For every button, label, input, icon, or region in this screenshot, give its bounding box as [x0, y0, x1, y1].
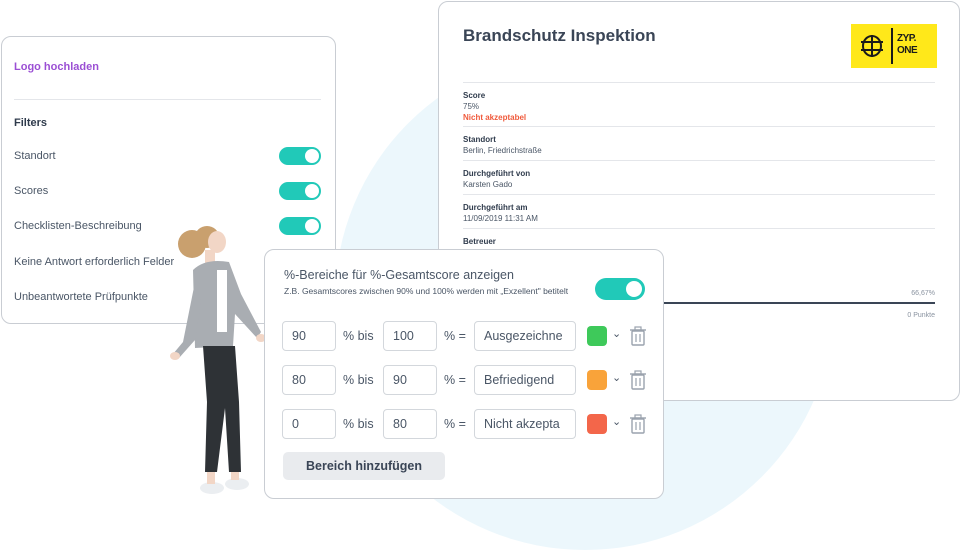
score-ranges-dialog: %-Bereiche für %-Gesamtscore anzeigen Z.…: [264, 249, 664, 499]
performed-on-label: Durchgeführt am: [463, 203, 528, 212]
supervisor-field: Betreuer: [463, 236, 935, 247]
beschreibung-toggle[interactable]: [279, 217, 321, 235]
performed-on-value: 11/09/2019 11:31 AM: [463, 214, 538, 223]
range-bis-label: % bis: [343, 373, 374, 387]
filter-label: Checklisten-Beschreibung: [14, 220, 142, 232]
filter-row-standort: Standort: [14, 145, 321, 167]
divider: [463, 82, 935, 83]
color-swatch[interactable]: [587, 414, 607, 434]
show-ranges-toggle[interactable]: [595, 278, 645, 300]
range-eq-label: % =: [444, 373, 466, 387]
range-label-input[interactable]: Nicht akzepta: [474, 409, 576, 439]
range-to-input[interactable]: 80: [383, 409, 437, 439]
divider: [463, 160, 935, 161]
supervisor-label: Betreuer: [463, 237, 496, 246]
filter-row-scores: Scores: [14, 180, 321, 202]
performed-on-field: Durchgeführt am 11/09/2019 11:31 AM: [463, 202, 935, 224]
filter-label: Unbeantwortete Prüfpunkte: [14, 291, 148, 303]
range-eq-label: % =: [444, 417, 466, 431]
logo-divider: [891, 28, 893, 64]
dialog-subtitle: Z.B. Gesamtscores zwischen 90% und 100% …: [284, 286, 569, 296]
toggle-knob: [305, 184, 319, 198]
divider: [463, 194, 935, 195]
chevron-down-icon[interactable]: ⌄: [612, 327, 621, 340]
logo-text: ZYP. ONE: [897, 33, 918, 56]
divider: [14, 99, 321, 100]
bee-icon: [861, 35, 883, 57]
filter-label: Scores: [14, 185, 49, 197]
range-label-input[interactable]: Ausgezeichne: [474, 321, 576, 351]
color-swatch[interactable]: [587, 326, 607, 346]
dialog-title: %-Bereiche für %-Gesamtscore anzeigen: [284, 268, 514, 282]
divider: [463, 126, 935, 127]
range-bis-label: % bis: [343, 329, 374, 343]
trash-icon[interactable]: [630, 414, 646, 434]
score-field: Score 75% Nicht akzeptabel: [463, 90, 935, 123]
toggle-knob: [626, 281, 642, 297]
range-to-input[interactable]: 100: [383, 321, 437, 351]
range-from-input[interactable]: 0: [282, 409, 336, 439]
performed-by-label: Durchgeführt von: [463, 169, 531, 178]
performed-by-field: Durchgeführt von Karsten Gado: [463, 168, 935, 190]
filter-label: Standort: [14, 150, 56, 162]
filters-heading: Filters: [14, 117, 48, 129]
range-row: 80 % bis 90 % = Befriedigend ⌄: [282, 365, 652, 397]
company-logo: ZYP. ONE: [851, 24, 937, 68]
range-from-input[interactable]: 80: [282, 365, 336, 395]
toggle-knob: [305, 219, 319, 233]
scores-toggle[interactable]: [279, 182, 321, 200]
range-bis-label: % bis: [343, 417, 374, 431]
trash-icon[interactable]: [630, 370, 646, 390]
chevron-down-icon[interactable]: ⌄: [612, 371, 621, 384]
location-field: Standort Berlin, Friedrichstraße: [463, 134, 935, 156]
chevron-down-icon[interactable]: ⌄: [612, 415, 621, 428]
report-title: Brandschutz Inspektion: [463, 26, 656, 45]
points-text: 0 Punkte: [907, 312, 935, 319]
trash-icon[interactable]: [630, 326, 646, 346]
range-to-input[interactable]: 90: [383, 365, 437, 395]
range-row: 0 % bis 80 % = Nicht akzepta ⌄: [282, 409, 652, 441]
location-label: Standort: [463, 135, 496, 144]
color-swatch[interactable]: [587, 370, 607, 390]
score-label: Score: [463, 91, 486, 100]
divider: [463, 228, 935, 229]
progress-percent: 66,67%: [911, 290, 935, 297]
range-label-input[interactable]: Befriedigend: [474, 365, 576, 395]
score-value: 75%: [463, 102, 480, 111]
filter-label: Keine Antwort erforderlich Felder: [14, 256, 175, 268]
range-from-input[interactable]: 90: [282, 321, 336, 351]
location-value: Berlin, Friedrichstraße: [463, 146, 542, 155]
score-status: Nicht akzeptabel: [463, 113, 527, 122]
toggle-knob: [305, 149, 319, 163]
range-row: 90 % bis 100 % = Ausgezeichne ⌄: [282, 321, 652, 353]
upload-logo-link[interactable]: Logo hochladen: [14, 61, 99, 73]
standort-toggle[interactable]: [279, 147, 321, 165]
add-range-button[interactable]: Bereich hinzufügen: [283, 452, 445, 480]
range-eq-label: % =: [444, 329, 466, 343]
performed-by-value: Karsten Gado: [463, 180, 513, 189]
